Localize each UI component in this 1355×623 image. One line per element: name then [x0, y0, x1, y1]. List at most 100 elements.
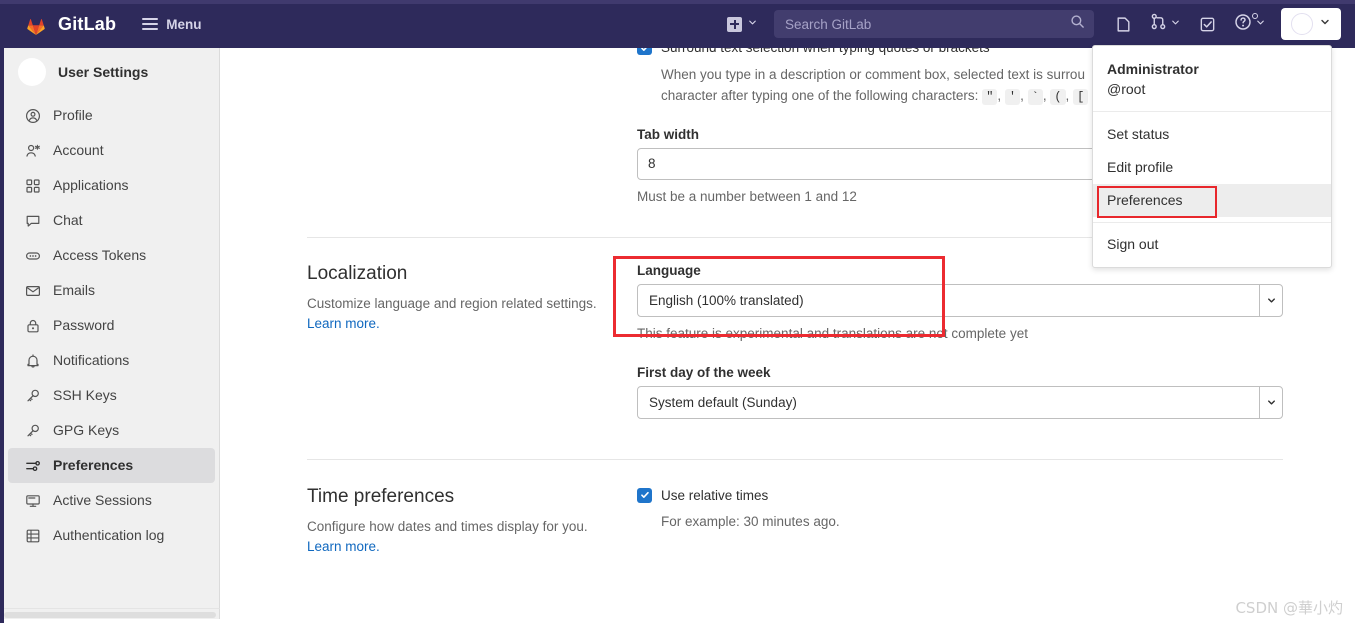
menu-item-sign-out[interactable]: Sign out	[1093, 228, 1331, 261]
hamburger-icon	[142, 18, 159, 30]
localization-title: Localization	[307, 263, 408, 285]
sidebar-item-label: Applications	[53, 177, 129, 193]
localization-learn-more-link[interactable]: Learn more.	[307, 316, 380, 331]
user-menu-button[interactable]	[1281, 8, 1341, 40]
sidebar-title: User Settings	[58, 64, 149, 80]
localization-left-col: Localization Customize language and regi…	[307, 263, 637, 419]
code-chip: `	[1027, 89, 1043, 106]
sidebar-item-label: GPG Keys	[53, 422, 120, 438]
sidebar-item-label: Authentication log	[53, 527, 165, 543]
scrollbar-thumb[interactable]	[4, 612, 216, 618]
sidebar-item-label: Chat	[53, 212, 83, 228]
time-preferences-title: Time preferences	[307, 485, 455, 507]
first-day-label: First day of the week	[637, 364, 771, 380]
sidebar-item-chat[interactable]: Chat	[8, 203, 215, 238]
sidebar-item-label: SSH Keys	[53, 387, 117, 403]
time-preferences-section: Time preferences Configure how dates and…	[307, 486, 1355, 558]
menu-item-set-status[interactable]: Set status	[1093, 118, 1331, 151]
chevron-down-icon[interactable]	[1259, 285, 1282, 317]
search-input[interactable]	[783, 15, 1070, 33]
sidebar-item-label: Profile	[53, 107, 93, 123]
sidebar-item-account[interactable]: Account	[8, 133, 215, 168]
sidebar-horizontal-scrollbar[interactable]	[4, 608, 220, 619]
menu-item-edit-profile[interactable]: Edit profile	[1093, 151, 1331, 184]
search-box[interactable]	[774, 10, 1094, 38]
issues-icon[interactable]	[1106, 0, 1141, 48]
localization-description: Customize language and region related se…	[307, 294, 609, 335]
time-preferences-learn-more-link[interactable]: Learn more.	[307, 539, 380, 554]
applications-grid-icon	[24, 177, 41, 194]
preferences-sliders-icon	[24, 457, 41, 474]
user-handle: @root	[1107, 81, 1146, 98]
time-preferences-right-col: Use relative times For example: 30 minut…	[637, 486, 1355, 558]
gitlab-brand-text: GitLab	[58, 13, 117, 34]
log-grid-icon	[24, 527, 41, 544]
relative-times-checkbox-row[interactable]: Use relative times	[637, 486, 1283, 506]
sidebar-item-applications[interactable]: Applications	[8, 168, 215, 203]
menu-button[interactable]: Menu	[142, 0, 201, 48]
chevron-down-icon	[747, 15, 758, 33]
code-chip: '	[1004, 89, 1021, 106]
create-new-button[interactable]	[721, 15, 764, 33]
code-chip: "	[982, 89, 998, 106]
account-icon	[24, 142, 41, 159]
menu-button-label: Menu	[166, 16, 202, 32]
user-dropdown-menu: Administrator @root Set status Edit prof…	[1092, 45, 1332, 268]
relative-times-checkbox[interactable]	[637, 487, 652, 503]
chevron-down-icon[interactable]	[1259, 386, 1282, 418]
profile-icon	[24, 107, 41, 124]
sidebar-item-ssh-keys[interactable]: SSH Keys	[8, 378, 215, 413]
sidebar-item-emails[interactable]: Emails	[8, 273, 215, 308]
chat-bubble-icon	[24, 212, 41, 229]
bell-icon	[24, 352, 41, 369]
sidebar-item-label: Account	[53, 142, 104, 158]
merge-requests-icon	[1150, 13, 1167, 35]
relative-times-checkbox-label: Use relative times	[661, 487, 769, 503]
sidebar-item-active-sessions[interactable]: Active Sessions	[8, 483, 215, 518]
time-preferences-left-col: Time preferences Configure how dates and…	[307, 486, 637, 558]
sidebar-item-notifications[interactable]: Notifications	[8, 343, 215, 378]
user-dropdown-header: Administrator @root	[1093, 46, 1331, 112]
sidebar-item-password[interactable]: Password	[8, 308, 215, 343]
sidebar-header: User Settings	[4, 48, 219, 98]
behavior-left-col	[307, 48, 637, 206]
sidebar-item-access-tokens[interactable]: Access Tokens	[8, 238, 215, 273]
todos-done-icon[interactable]	[1190, 0, 1225, 48]
code-chip: [	[1073, 89, 1089, 106]
first-day-select[interactable]: System default (Sunday)	[637, 385, 1283, 419]
search-icon	[1070, 14, 1085, 34]
code-chip: (	[1050, 89, 1066, 106]
help-button[interactable]	[1225, 0, 1275, 48]
sidebar-item-label: Emails	[53, 282, 96, 298]
sidebar-item-label: Password	[53, 317, 115, 333]
gitlab-logo-icon	[24, 12, 48, 36]
monitor-icon	[24, 492, 41, 509]
top-navigation-bar: GitLab Menu	[0, 0, 1355, 48]
user-dropdown-items: Set status Edit profile Preferences Sign…	[1093, 112, 1331, 267]
help-question-icon	[1234, 13, 1252, 36]
first-day-select-value: System default (Sunday)	[649, 394, 797, 410]
avatar	[1291, 13, 1313, 35]
top-nav-right-group	[721, 0, 1355, 48]
sidebar-item-authentication-log[interactable]: Authentication log	[8, 518, 215, 553]
sidebar-item-gpg-keys[interactable]: GPG Keys	[8, 413, 215, 448]
sidebar-item-profile[interactable]: Profile	[8, 98, 215, 133]
user-display-name: Administrator	[1107, 61, 1199, 77]
user-settings-sidebar: User Settings Profile Account Applicatio…	[4, 48, 220, 608]
gitlab-brand[interactable]: GitLab	[24, 0, 116, 48]
time-preferences-description: Configure how dates and times display fo…	[307, 517, 609, 558]
sidebar-item-label: Notifications	[53, 352, 130, 368]
localization-section: Localization Customize language and regi…	[307, 263, 1355, 419]
sidebar-item-preferences[interactable]: Preferences	[8, 448, 215, 483]
merge-requests-button[interactable]	[1141, 0, 1190, 48]
localization-right-col: Language English (100% translated) This …	[637, 263, 1355, 419]
surround-text-checkbox[interactable]	[637, 48, 652, 55]
sidebar-item-label: Access Tokens	[53, 247, 147, 263]
section-divider-2	[307, 458, 1283, 460]
menu-item-preferences[interactable]: Preferences	[1093, 183, 1331, 217]
user-avatar-icon	[18, 58, 46, 86]
key-icon	[24, 387, 41, 404]
language-select[interactable]: English (100% translated)	[637, 284, 1283, 318]
help-line-2-prefix: character after typing one of the follow…	[661, 88, 983, 104]
localization-desc-text: Customize language and region related se…	[307, 296, 597, 312]
